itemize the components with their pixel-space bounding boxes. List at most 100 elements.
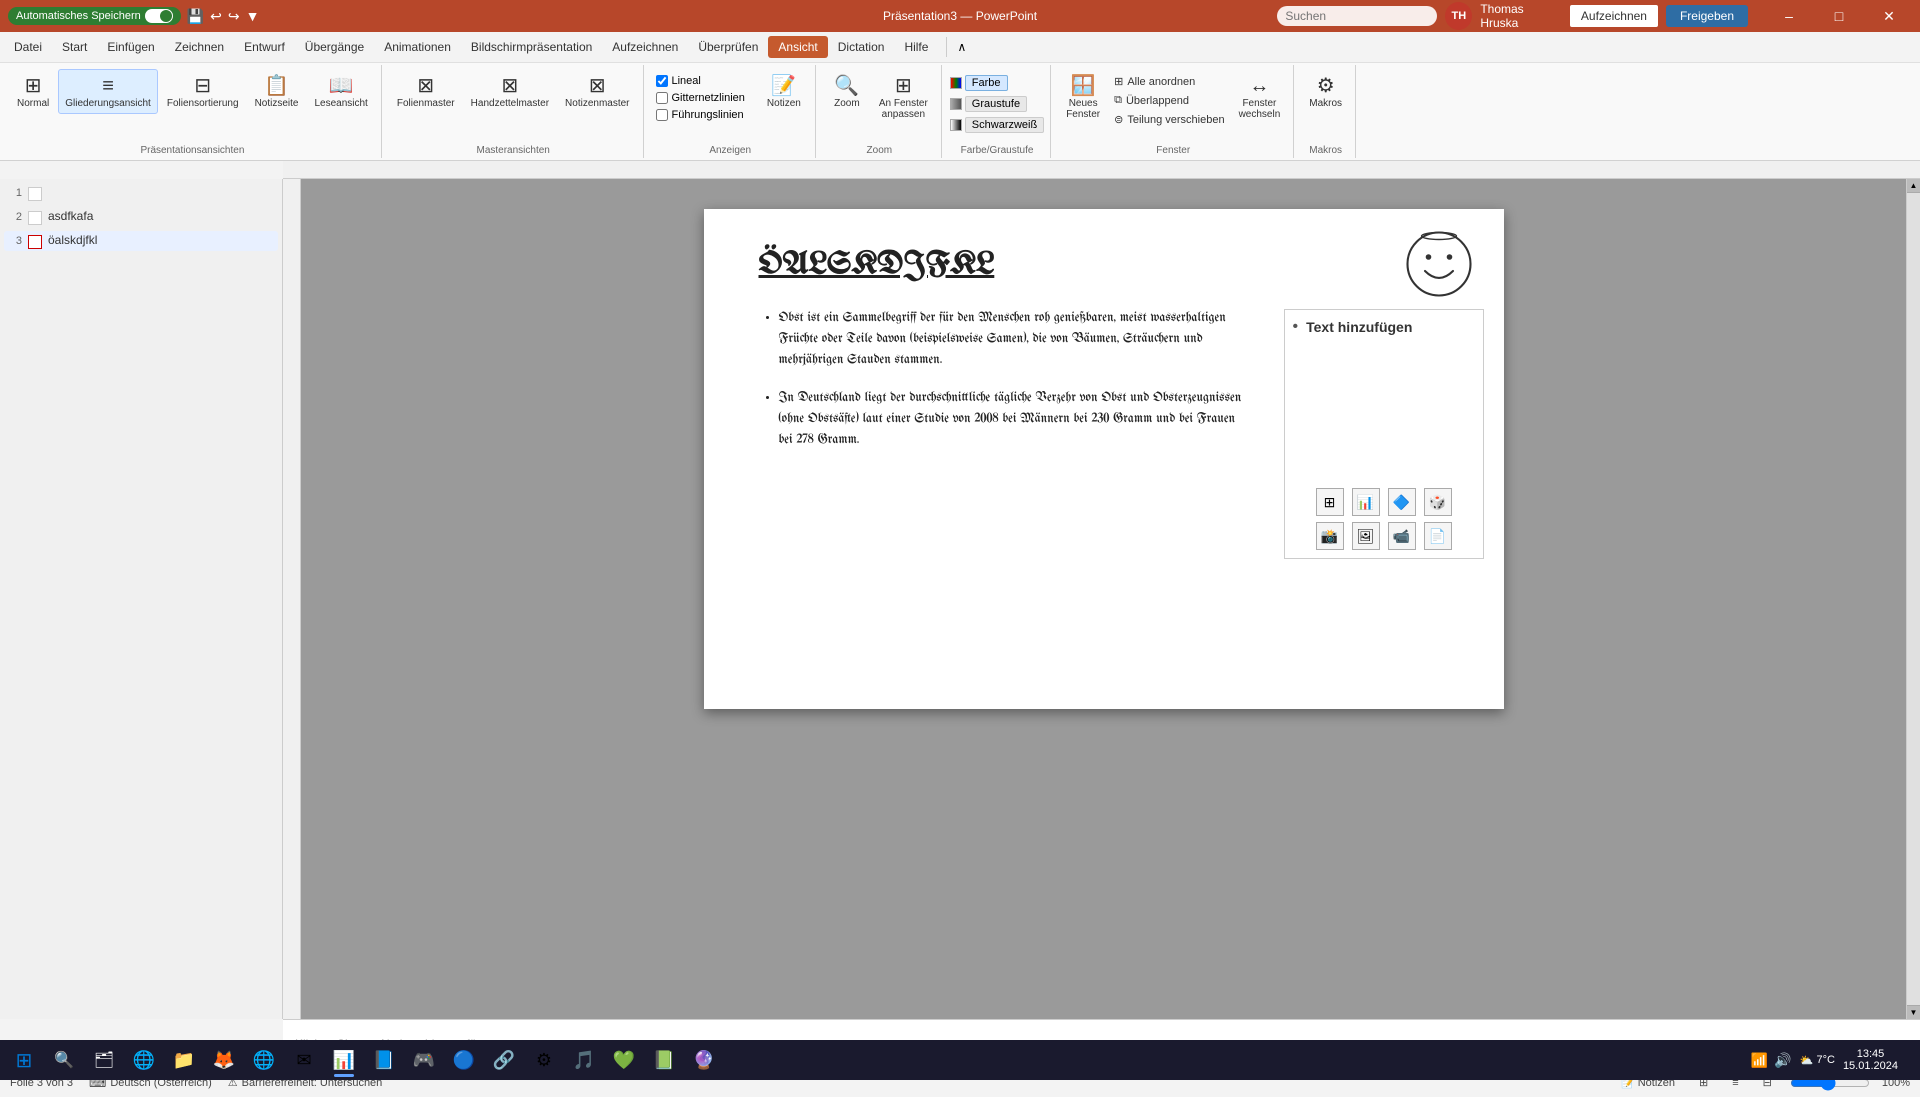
onenote-btn[interactable]: 📘 — [366, 1042, 402, 1078]
screenshot-icon[interactable]: 📸 — [1316, 522, 1344, 550]
menu-einfuegen[interactable]: Einfügen — [97, 36, 164, 58]
search-input[interactable] — [1277, 6, 1437, 26]
scroll-up[interactable]: ▲ — [1907, 179, 1920, 193]
app6-btn[interactable]: 🔮 — [686, 1042, 722, 1078]
slide-content-right[interactable]: • Text hinzufügen ⊞ 📊 🔷 🎲 📸 🖼 📹 📄 — [1284, 309, 1484, 559]
autosave-toggle[interactable]: Automatisches Speichern — [8, 7, 181, 25]
menu-entwurf[interactable]: Entwurf — [234, 36, 295, 58]
menu-zeichnen[interactable]: Zeichnen — [165, 36, 234, 58]
schwarzweiss-btn[interactable]: Schwarzweiß — [965, 117, 1044, 133]
notizseite-btn[interactable]: 📋 Notizseite — [248, 69, 306, 114]
close-button[interactable]: ✕ — [1866, 0, 1912, 32]
app5-btn[interactable]: 💚 — [606, 1042, 642, 1078]
foliensortierung-btn[interactable]: ⊟ Foliensortierung — [160, 69, 246, 114]
graustufe-btn[interactable]: Graustufe — [965, 96, 1027, 112]
ppt-btn[interactable]: 📊 — [326, 1042, 362, 1078]
anfenster-label: An Fensteranpassen — [879, 98, 928, 120]
minimize-button[interactable]: – — [1766, 0, 1812, 32]
master-buttons: ⊠ Folienmaster ⊠ Handzettelmaster ⊠ Noti… — [390, 65, 637, 143]
menu-start[interactable]: Start — [52, 36, 97, 58]
start-btn[interactable]: ⊞ — [6, 1042, 42, 1078]
slide-canvas[interactable]: ÖALSKDJFKL Obst ist ein Sammelbegriff de… — [704, 209, 1504, 709]
redo-icon[interactable]: ↪ — [228, 8, 240, 25]
fuehrungs-check[interactable]: Führungslinien — [652, 107, 749, 123]
fuehrungs-checkbox[interactable] — [656, 109, 668, 121]
network-icon[interactable]: 📶 — [1751, 1052, 1768, 1069]
search-btn[interactable]: 🔍 — [46, 1042, 82, 1078]
notizenmaster-btn[interactable]: ⊠ Notizenmaster — [558, 69, 636, 114]
slide-content-left[interactable]: Obst ist ein Sammelbegriff der für den M… — [759, 309, 1249, 470]
chart-insert-icon[interactable]: 📊 — [1352, 488, 1380, 516]
file-icon[interactable]: 📄 — [1424, 522, 1452, 550]
volume-icon[interactable]: 🔊 — [1774, 1052, 1791, 1069]
alle-anordnen-btn[interactable]: ⊞ Alle anordnen — [1109, 73, 1229, 90]
user-avatar[interactable]: TH — [1445, 2, 1472, 30]
folienmaster-btn[interactable]: ⊠ Folienmaster — [390, 69, 462, 114]
undo-icon[interactable]: ↩ — [210, 8, 222, 25]
aufzeichnen-button[interactable]: Aufzeichnen — [1570, 5, 1658, 27]
anfenster-btn[interactable]: ⊞ An Fensteranpassen — [872, 69, 935, 125]
taskview-btn[interactable]: 🗂 — [86, 1042, 122, 1078]
teilung-btn[interactable]: ⊜ Teilung verschieben — [1109, 111, 1229, 128]
edge-btn[interactable]: 🌐 — [126, 1042, 162, 1078]
freigeben-button[interactable]: Freigeben — [1666, 5, 1748, 27]
normal-btn[interactable]: ⊞ Normal — [10, 69, 56, 114]
teams-btn[interactable]: 🔵 — [446, 1042, 482, 1078]
gliederung-btn[interactable]: ≡ Gliederungsansicht — [58, 69, 158, 114]
scrollbar-right[interactable]: ▲ ▼ — [1906, 179, 1920, 1019]
table-insert-icon[interactable]: ⊞ — [1316, 488, 1344, 516]
collapse-ribbon-btn[interactable]: ∧ — [951, 37, 972, 57]
3d-insert-icon[interactable]: 🎲 — [1424, 488, 1452, 516]
more-icon[interactable]: ▼ — [246, 8, 260, 24]
app4-btn[interactable]: 🎵 — [566, 1042, 602, 1078]
menu-ansicht[interactable]: Ansicht — [768, 36, 827, 58]
makros-btn[interactable]: ⚙ Makros — [1302, 69, 1349, 114]
notizen-btn[interactable]: 📝 Notizen — [759, 69, 809, 114]
fenster-wechseln-btn[interactable]: ↔ Fensterwechseln — [1232, 69, 1288, 125]
excel-btn[interactable]: 📗 — [646, 1042, 682, 1078]
maximize-button[interactable]: □ — [1816, 0, 1862, 32]
menu-datei[interactable]: Datei — [4, 36, 52, 58]
gitternetz-checkbox[interactable] — [656, 92, 668, 104]
video-icon[interactable]: 📹 — [1388, 522, 1416, 550]
neues-fenster-btn[interactable]: 🪟 NeuesFenster — [1059, 69, 1107, 125]
slide-title-display[interactable]: ÖALSKDJFKL — [759, 249, 995, 282]
scroll-down[interactable]: ▼ — [1907, 1005, 1920, 1019]
slide-title-3: öalskdjfkl — [48, 233, 97, 247]
app1-btn[interactable]: 🎮 — [406, 1042, 442, 1078]
clock[interactable]: 13:45 15.01.2024 — [1843, 1048, 1898, 1072]
farbe-btn[interactable]: Farbe — [965, 75, 1008, 91]
menu-hilfe[interactable]: Hilfe — [894, 36, 938, 58]
outlook-btn[interactable]: ✉ — [286, 1042, 322, 1078]
slide-thumb-3[interactable]: 3 öalskdjfkl — [4, 231, 278, 251]
app3-btn[interactable]: ⚙ — [526, 1042, 562, 1078]
checkbox-column: Lineal Gitternetzlinien Führungslinien — [652, 69, 749, 123]
gitternetz-check[interactable]: Gitternetzlinien — [652, 90, 749, 106]
smartart-insert-icon[interactable]: 🔷 — [1388, 488, 1416, 516]
firefox-btn[interactable]: 🦊 — [206, 1042, 242, 1078]
save-icon[interactable]: 💾 — [187, 8, 204, 25]
taskbar: ⊞ 🔍 🗂 🌐 📁 🦊 🌐 ✉ 📊 📘 🎮 🔵 🔗 ⚙ 🎵 💚 📗 🔮 📶 🔊 … — [0, 1040, 1920, 1080]
ueberlappend-btn[interactable]: ⧉ Überlappend — [1109, 92, 1229, 109]
menu-animationen[interactable]: Animationen — [374, 36, 461, 58]
picture-icon[interactable]: 🖼 — [1352, 522, 1380, 550]
menu-dictation[interactable]: Dictation — [828, 36, 895, 58]
menu-bildschirm[interactable]: Bildschirmpräsentation — [461, 36, 602, 58]
app2-btn[interactable]: 🔗 — [486, 1042, 522, 1078]
files-btn[interactable]: 📁 — [166, 1042, 202, 1078]
menu-ueberprufen[interactable]: Überprüfen — [688, 36, 768, 58]
ruler-h-svg — [283, 161, 1920, 179]
lineal-checkbox[interactable] — [656, 75, 668, 87]
handzettelmaster-btn[interactable]: ⊠ Handzettelmaster — [464, 69, 556, 114]
title-right: TH Thomas Hruska Aufzeichnen Freigeben –… — [1277, 0, 1912, 32]
menu-aufzeichnen[interactable]: Aufzeichnen — [602, 36, 688, 58]
menu-uebergaenge[interactable]: Übergänge — [295, 36, 374, 58]
zoom-btn[interactable]: 🔍 Zoom — [824, 69, 870, 114]
normal-label: Normal — [17, 98, 49, 109]
scroll-track[interactable] — [1907, 193, 1920, 1005]
slide-thumb-2[interactable]: 2 asdfkafa — [4, 207, 278, 227]
lineal-check[interactable]: Lineal — [652, 73, 749, 89]
leseansicht-btn[interactable]: 📖 Leseansicht — [307, 69, 374, 114]
chrome-btn[interactable]: 🌐 — [246, 1042, 282, 1078]
slide-thumb-1[interactable]: 1 — [4, 183, 278, 203]
